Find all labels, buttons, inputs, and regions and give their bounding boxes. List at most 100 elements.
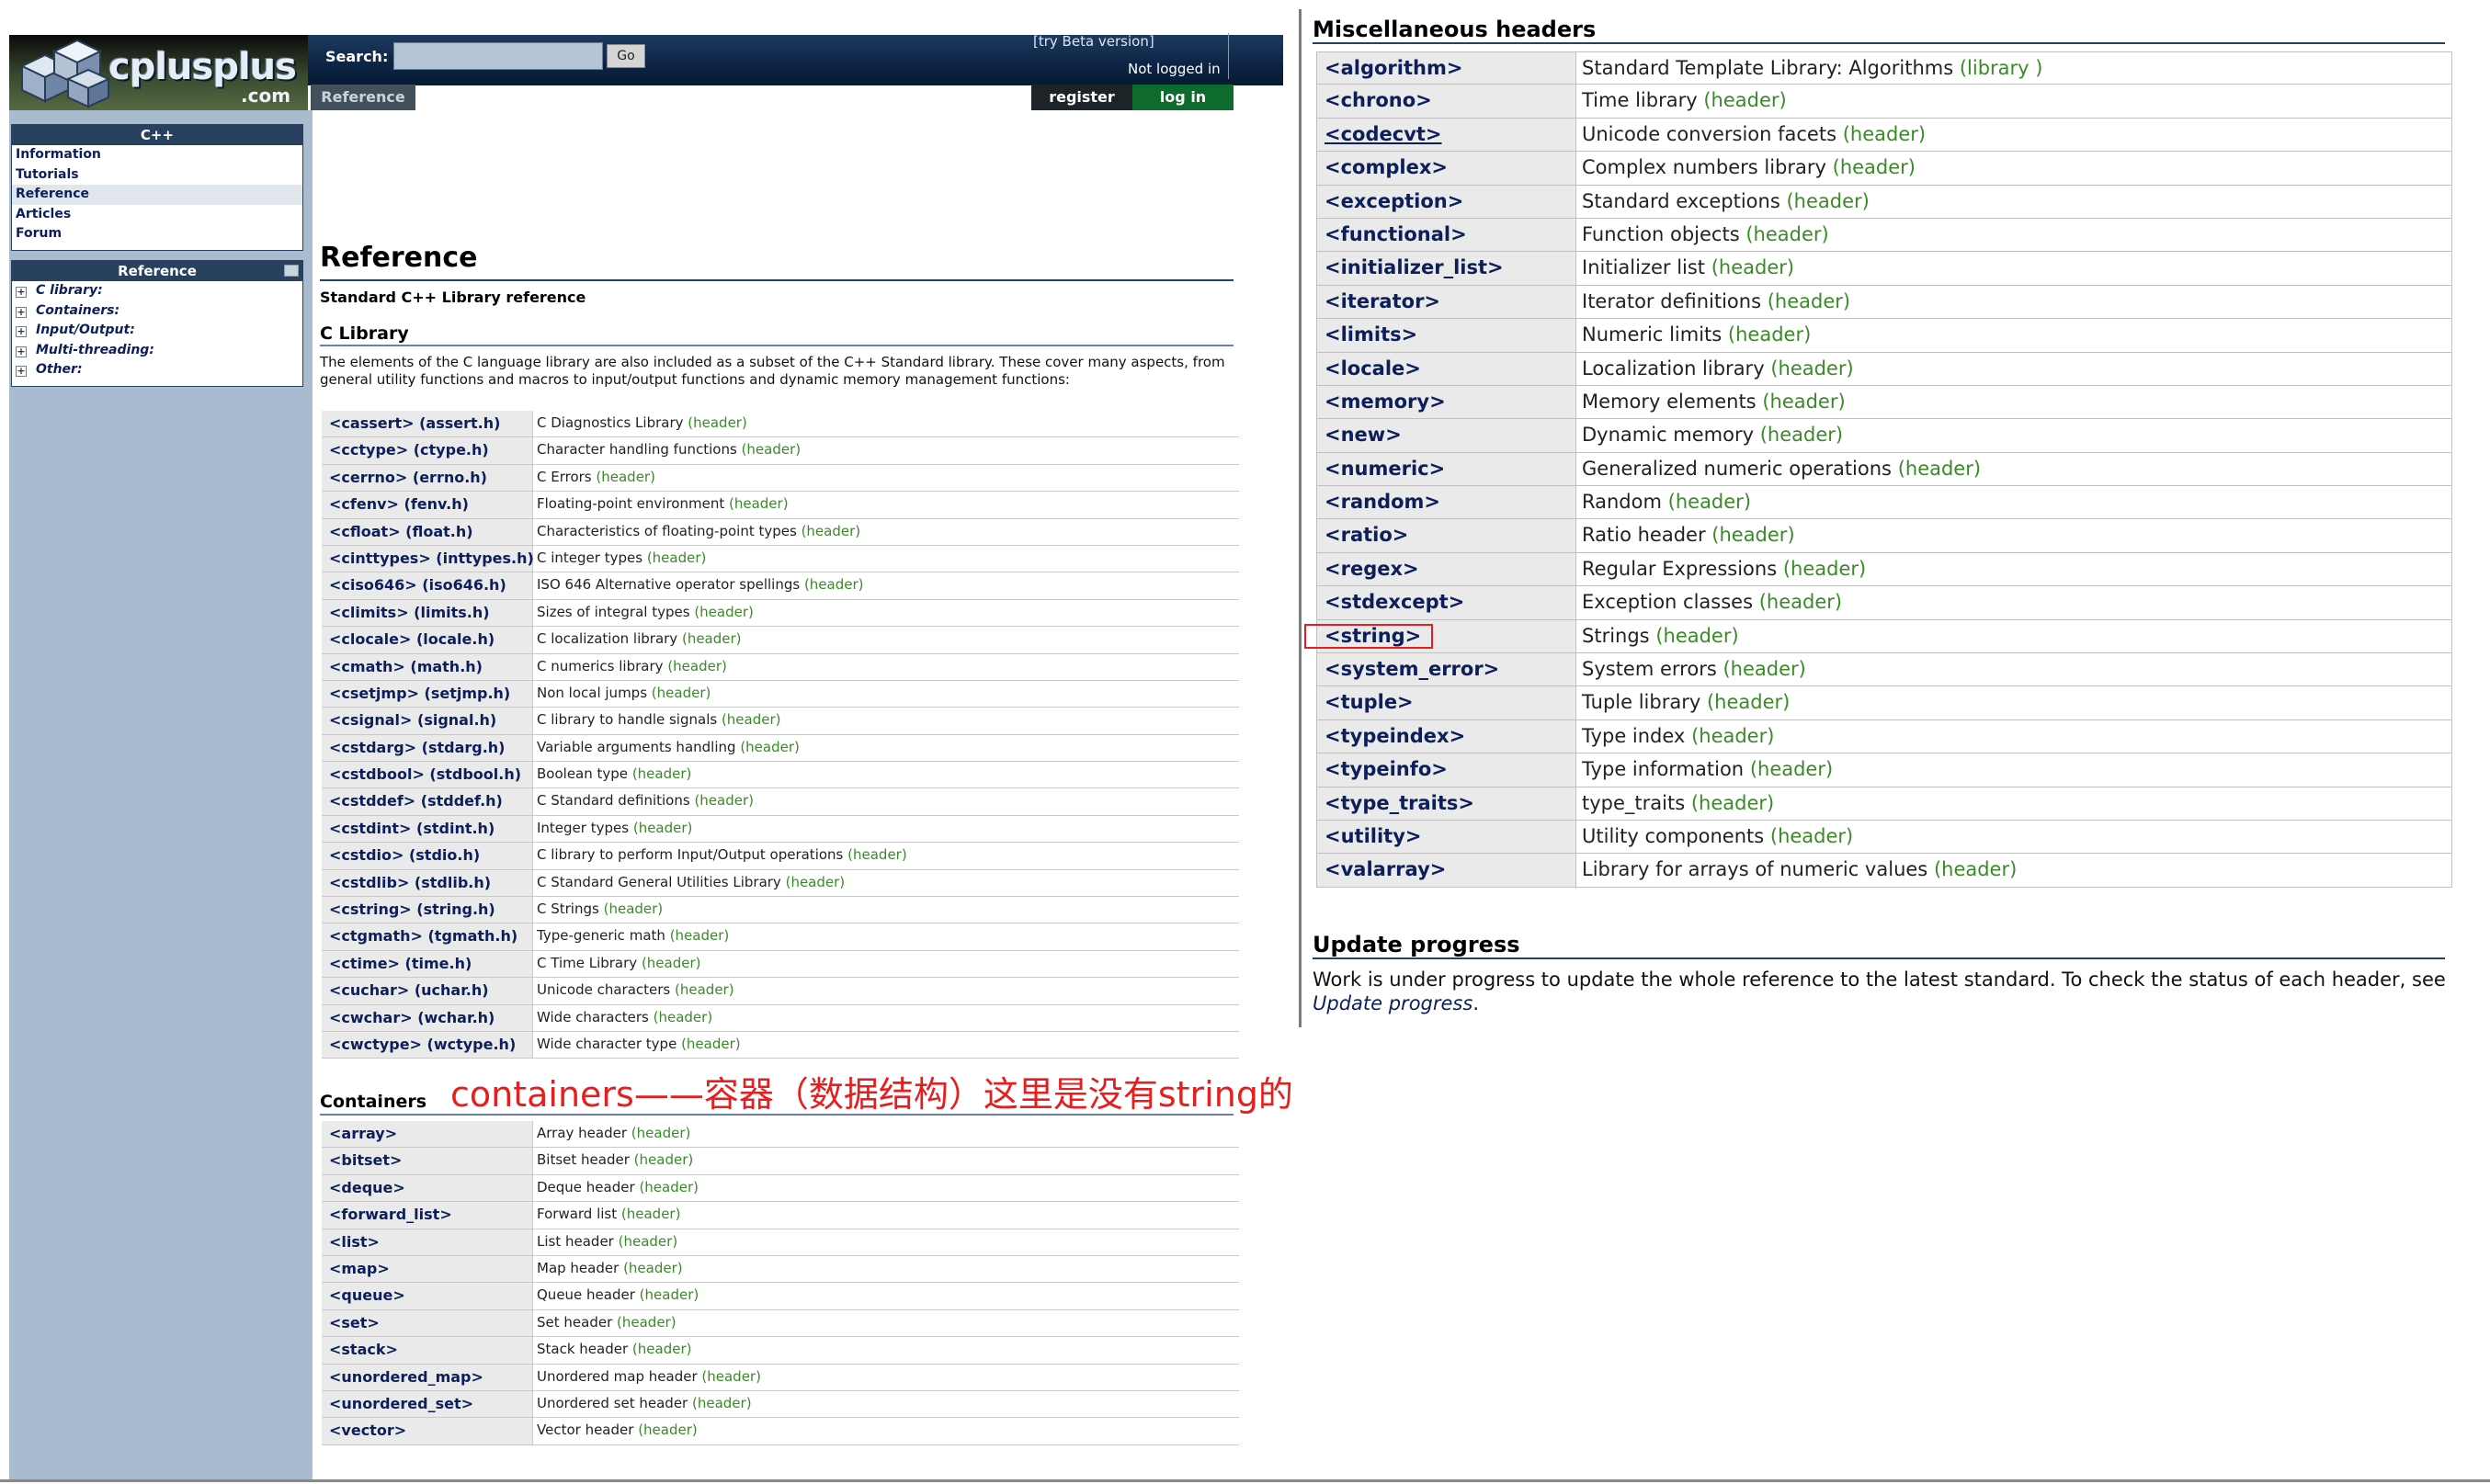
header-link-regex[interactable]: <regex> xyxy=(1317,552,1576,586)
header-link-ciso646-iso646-h[interactable]: <ciso646> (iso646.h) xyxy=(322,572,533,599)
register-button[interactable]: register xyxy=(1031,85,1132,110)
sidebar-item-information[interactable]: Information xyxy=(12,145,302,165)
header-description-cell: Variable arguments handling (header) xyxy=(533,735,1239,761)
header-link-cassert-assert-h[interactable]: <cassert> (assert.h) xyxy=(322,411,533,437)
plus-icon[interactable]: + xyxy=(16,306,27,318)
header-link-set[interactable]: <set> xyxy=(322,1309,533,1337)
header-link-codecvt[interactable]: <codecvt> xyxy=(1317,118,1576,152)
header-link-unordered_map[interactable]: <unordered_map> xyxy=(322,1364,533,1390)
header-link-locale[interactable]: <locale> xyxy=(1317,352,1576,385)
sidebar-item-tutorials[interactable]: Tutorials xyxy=(12,165,302,186)
header-link-list[interactable]: <list> xyxy=(322,1229,533,1255)
header-link-algorithm[interactable]: <algorithm> xyxy=(1317,52,1576,85)
table-row: <cwctype> (wctype.h) Wide character type … xyxy=(322,1031,1239,1059)
header-link-chrono[interactable]: <chrono> xyxy=(1317,85,1576,118)
bottom-border xyxy=(0,1479,2490,1482)
plus-icon[interactable]: + xyxy=(16,346,27,357)
search-input[interactable] xyxy=(393,42,603,70)
table-row: <functional> Function objects (header) xyxy=(1316,218,2452,253)
header-link-queue[interactable]: <queue> xyxy=(322,1283,533,1309)
header-link-cstring-string-h[interactable]: <cstring> (string.h) xyxy=(322,897,533,923)
header-link-cinttypes-inttypes-h[interactable]: <cinttypes> (inttypes.h) xyxy=(322,545,534,572)
header-link-cstdlib-stdlib-h[interactable]: <cstdlib> (stdlib.h) xyxy=(322,869,533,897)
header-link-complex[interactable]: <complex> xyxy=(1317,152,1576,185)
header-description: Iterator definitions xyxy=(1582,289,1762,312)
header-link-numeric[interactable]: <numeric> xyxy=(1317,452,1576,486)
header-link-initializer_list[interactable]: <initializer_list> xyxy=(1317,252,1576,285)
header-link-csignal-signal-h[interactable]: <csignal> (signal.h) xyxy=(322,708,533,734)
go-button[interactable]: Go xyxy=(607,44,645,68)
string-highlight-box xyxy=(1304,624,1433,649)
header-link-utility[interactable]: <utility> xyxy=(1317,820,1576,854)
header-link-cstdarg-stdarg-h[interactable]: <cstdarg> (stdarg.h) xyxy=(322,734,533,762)
header-link-cstdbool-stdbool-h[interactable]: <cstdbool> (stdbool.h) xyxy=(322,762,533,788)
sidebar-item-articles[interactable]: Articles xyxy=(12,205,302,225)
header-link-forward_list[interactable]: <forward_list> xyxy=(322,1202,533,1229)
header-link-climits-limits-h[interactable]: <climits> (limits.h) xyxy=(322,599,533,627)
header-link-limits[interactable]: <limits> xyxy=(1317,319,1576,352)
header-type-tag: (header) xyxy=(729,495,789,513)
header-link-iterator[interactable]: <iterator> xyxy=(1317,285,1576,319)
header-link-cerrno-errno-h[interactable]: <cerrno> (errno.h) xyxy=(322,464,533,492)
header-link-cctype-ctype-h[interactable]: <cctype> (ctype.h) xyxy=(322,437,533,464)
header-link-type_traits[interactable]: <type_traits> xyxy=(1317,787,1576,820)
header-link-ctime-time-h[interactable]: <ctime> (time.h) xyxy=(322,950,533,978)
header-link-typeindex[interactable]: <typeindex> xyxy=(1317,719,1576,753)
plus-icon[interactable]: + xyxy=(16,366,27,377)
update-progress-link[interactable]: Update progress xyxy=(1313,992,1472,1014)
sidebar-ref-other[interactable]: + Other: xyxy=(12,360,302,380)
sidebar-ref-c-library[interactable]: + C library: xyxy=(12,281,302,301)
header-type-tag: (header) xyxy=(1897,457,1982,480)
plus-icon[interactable]: + xyxy=(16,326,27,337)
header-link-cfloat-float-h[interactable]: <cfloat> (float.h) xyxy=(322,518,533,545)
plus-icon[interactable]: + xyxy=(16,287,27,298)
header-link-cwchar-wchar-h[interactable]: <cwchar> (wchar.h) xyxy=(322,1004,533,1031)
c-library-table: <cassert> (assert.h) C Diagnostics Librar… xyxy=(322,411,1239,1059)
header-link-ctgmath-tgmath-h[interactable]: <ctgmath> (tgmath.h) xyxy=(322,923,533,950)
header-description-cell: Tuple library (header) xyxy=(1576,686,2451,719)
header-description-cell: Set header (header) xyxy=(533,1310,1239,1336)
sidebar-ref-input-output[interactable]: + Input/Output: xyxy=(12,321,302,341)
header-type-tag: (header) xyxy=(681,630,742,648)
header-link-stdexcept[interactable]: <stdexcept> xyxy=(1317,586,1576,619)
collapse-icon[interactable] xyxy=(284,265,299,277)
header-description-cell: Ratio header (header) xyxy=(1576,519,2451,551)
header-link-cstddef-stddef-h[interactable]: <cstddef> (stddef.h) xyxy=(322,788,533,815)
tab-reference[interactable]: Reference xyxy=(311,85,415,110)
header-link-typeinfo[interactable]: <typeinfo> xyxy=(1317,753,1576,787)
header-link-new[interactable]: <new> xyxy=(1317,419,1576,452)
header-link-memory[interactable]: <memory> xyxy=(1317,385,1576,419)
header-link-valarray[interactable]: <valarray> xyxy=(1317,854,1576,887)
header-description-cell: Character handling functions (header) xyxy=(533,437,1239,463)
header-link-cstdint-stdint-h[interactable]: <cstdint> (stdint.h) xyxy=(322,815,533,843)
sidebar-ref-multi-threading[interactable]: + Multi-threading: xyxy=(12,341,302,361)
sidebar-item-forum[interactable]: Forum xyxy=(12,224,302,244)
header-link-exception[interactable]: <exception> xyxy=(1317,185,1576,218)
sidebar-ref-containers[interactable]: + Containers: xyxy=(12,301,302,322)
header-link-unordered_set[interactable]: <unordered_set> xyxy=(322,1390,533,1418)
header-link-vector[interactable]: <vector> xyxy=(322,1418,533,1444)
header-link-map[interactable]: <map> xyxy=(322,1255,533,1283)
header-link-cfenv-fenv-h[interactable]: <cfenv> (fenv.h) xyxy=(322,492,533,518)
header-link-random[interactable]: <random> xyxy=(1317,486,1576,519)
beta-version-link[interactable]: [try Beta version] xyxy=(1033,33,1154,50)
header-link-ratio[interactable]: <ratio> xyxy=(1317,519,1576,552)
header-link-deque[interactable]: <deque> xyxy=(322,1174,533,1202)
header-link-clocale-locale-h[interactable]: <clocale> (locale.h) xyxy=(322,627,533,653)
sidebar-item-reference[interactable]: Reference xyxy=(12,185,302,205)
header-link-stack[interactable]: <stack> xyxy=(322,1337,533,1364)
header-link-functional[interactable]: <functional> xyxy=(1317,218,1576,252)
header-link-cwctype-wctype-h[interactable]: <cwctype> (wctype.h) xyxy=(322,1031,533,1059)
header-link-csetjmp-setjmp-h[interactable]: <csetjmp> (setjmp.h) xyxy=(322,680,533,708)
header-link-system_error[interactable]: <system_error> xyxy=(1317,653,1576,686)
header-link-cuchar-uchar-h[interactable]: <cuchar> (uchar.h) xyxy=(322,978,533,1004)
header-type-tag: (header) xyxy=(1723,658,1806,681)
header-link-cmath-math-h[interactable]: <cmath> (math.h) xyxy=(322,653,533,680)
header-description-cell: Library for arrays of numeric values (he… xyxy=(1576,854,2451,886)
header-link-bitset[interactable]: <bitset> xyxy=(322,1148,533,1174)
header-link-cstdio-stdio-h[interactable]: <cstdio> (stdio.h) xyxy=(322,843,533,869)
login-button[interactable]: log in xyxy=(1132,85,1234,110)
header-link-tuple[interactable]: <tuple> xyxy=(1317,686,1576,719)
header-link-array[interactable]: <array> xyxy=(322,1121,533,1148)
table-row: <complex> Complex numbers library (header… xyxy=(1316,152,2452,186)
